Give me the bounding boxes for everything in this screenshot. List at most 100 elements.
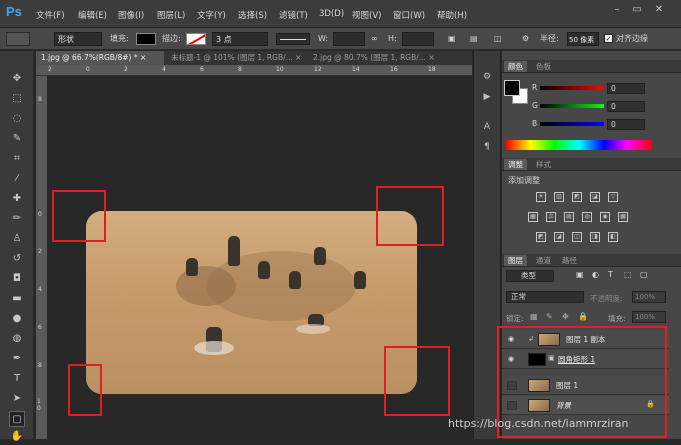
history-brush-tool-icon[interactable]: ↺ [9,251,25,267]
tab-swatches[interactable]: 色板 [532,61,555,72]
levels-icon[interactable]: ▥ [554,192,564,202]
exposure-icon[interactable]: ◪ [590,192,600,202]
menu-type[interactable]: 文字(Y) [197,9,226,21]
color-lookup-icon[interactable]: ▦ [618,212,628,222]
threshold-icon[interactable]: ◫ [572,232,582,242]
r-slider[interactable] [540,86,604,90]
tab-untitled-1[interactable]: 未标题-1 @ 101% (图层 1, RGB/... × [166,51,306,65]
height-field[interactable] [402,32,434,46]
marquee-tool-icon[interactable]: ⬚ [9,91,25,107]
hue-saturation-icon[interactable]: ▦ [528,212,538,222]
stroke-type-select[interactable] [276,33,310,45]
stroke-swatch[interactable] [186,33,206,45]
eyedropper-tool-icon[interactable]: ⁄ [9,171,25,187]
adjustment-filter-icon[interactable]: ◐ [592,270,599,279]
pen-tool-icon[interactable]: ✒ [9,351,25,367]
b-slider[interactable] [540,122,604,126]
close-icon[interactable]: × [140,53,146,62]
tab-adjustments[interactable]: 调整 [504,159,527,170]
lock-pixels-icon[interactable]: ✎ [546,312,553,321]
type-filter-icon[interactable]: T [608,270,613,279]
fill-field[interactable]: 100% [632,311,666,323]
tab-styles[interactable]: 样式 [532,159,555,170]
align-edges-checkbox[interactable]: ✓ [604,34,613,43]
blend-mode-select[interactable]: 正常 [506,291,584,303]
character-panel-icon[interactable]: A [479,122,495,136]
close-icon[interactable]: × [295,53,301,62]
close-window-button[interactable]: ✕ [652,4,666,16]
paragraph-panel-icon[interactable]: ¶ [479,142,495,156]
crop-tool-icon[interactable]: ⌗ [9,151,25,167]
vibrance-icon[interactable]: ▽ [608,192,618,202]
blur-tool-icon[interactable]: ● [9,311,25,327]
link-icon[interactable]: ∞ [371,32,378,46]
lasso-tool-icon[interactable]: ◌ [9,111,25,127]
b-value-field[interactable]: 0 [607,119,645,130]
menu-filter[interactable]: 滤镜(T) [279,9,308,21]
brush-tool-icon[interactable]: ✏ [9,211,25,227]
rounded-rect-tool-preset-icon[interactable] [6,32,30,46]
g-value-field[interactable]: 0 [607,101,645,112]
lock-all-icon[interactable]: 🔒 [578,312,588,321]
wildebeest-photo[interactable] [86,211,417,394]
r-value-field[interactable]: 0 [607,83,645,94]
lock-transparent-icon[interactable]: ▦ [530,312,538,321]
lock-position-icon[interactable]: ✥ [562,312,569,321]
path-operations-icon[interactable]: ▣ [448,32,456,46]
shape-mode-select[interactable]: 形状 [54,32,102,46]
color-balance-icon[interactable]: ⚖ [546,212,556,222]
tab-2jpg[interactable]: 2.jpg @ 80.7% (图层 1, RGB/... × [308,51,448,65]
gradient-tool-icon[interactable]: ▬ [9,291,25,307]
path-arrangement-icon[interactable]: ◫ [494,32,502,46]
width-field[interactable] [333,32,365,46]
tab-color[interactable]: 颜色 [504,61,527,72]
menu-edit[interactable]: 编辑(E) [78,9,107,21]
gradient-map-icon[interactable]: ◨ [590,232,600,242]
tab-layers[interactable]: 图层 [504,255,527,266]
photo-filter-icon[interactable]: ◍ [582,212,592,222]
actions-play-icon[interactable]: ▶ [479,92,495,106]
channel-mixer-icon[interactable]: ◉ [600,212,610,222]
brightness-icon[interactable]: ☀ [536,192,546,202]
menu-file[interactable]: 文件(F) [36,9,65,21]
radius-field[interactable]: 50 像素 [567,32,599,46]
dodge-tool-icon[interactable]: ◍ [9,331,25,347]
path-select-tool-icon[interactable]: ➤ [9,391,25,407]
layer-filter-select[interactable]: 类型 [506,270,554,282]
stroke-size-field[interactable]: 3 点 [212,32,268,46]
healing-brush-tool-icon[interactable]: ✚ [9,191,25,207]
menu-image[interactable]: 图像(I) [118,9,144,21]
selective-color-icon[interactable]: ◧ [608,232,618,242]
gear-icon[interactable]: ⚙ [522,32,529,46]
foreground-color-swatch[interactable] [504,80,520,96]
smart-object-filter-icon[interactable]: ▢ [640,270,648,279]
black-white-icon[interactable]: ▤ [564,212,574,222]
eraser-tool-icon[interactable]: ◘ [9,271,25,287]
maximize-button[interactable]: ▭ [630,4,644,16]
pixel-filter-icon[interactable]: ▣ [576,270,584,279]
path-alignment-icon[interactable]: ▤ [470,32,478,46]
color-spectrum-bar[interactable] [506,140,652,150]
quick-select-tool-icon[interactable]: ✎ [9,131,25,147]
posterize-icon[interactable]: ◪ [554,232,564,242]
menu-layer[interactable]: 图层(L) [157,9,185,21]
type-tool-icon[interactable]: T [9,371,25,387]
curves-icon[interactable]: ◩ [572,192,582,202]
g-slider[interactable] [540,104,604,108]
properties-icon[interactable]: ⚙ [479,72,495,86]
tab-1jpg[interactable]: 1.jpg @ 66.7%(RGB/8#) * × [36,51,164,65]
opacity-field[interactable]: 100% [632,291,666,303]
invert-icon[interactable]: ◩ [536,232,546,242]
menu-select[interactable]: 选择(S) [238,9,267,21]
tab-channels[interactable]: 通道 [532,255,555,266]
rounded-rectangle-tool-icon[interactable]: ▢ [9,411,25,427]
menu-3d[interactable]: 3D(D) [319,9,344,19]
fill-swatch[interactable] [136,33,156,45]
menu-window[interactable]: 窗口(W) [393,9,425,21]
shape-filter-icon[interactable]: ⬚ [624,270,632,279]
move-tool-icon[interactable]: ✥ [9,71,25,87]
clone-stamp-tool-icon[interactable]: ♙ [9,231,25,247]
hand-tool-icon[interactable]: ✋ [9,429,25,445]
menu-help[interactable]: 帮助(H) [437,9,467,21]
minimize-button[interactable]: – [610,4,624,16]
